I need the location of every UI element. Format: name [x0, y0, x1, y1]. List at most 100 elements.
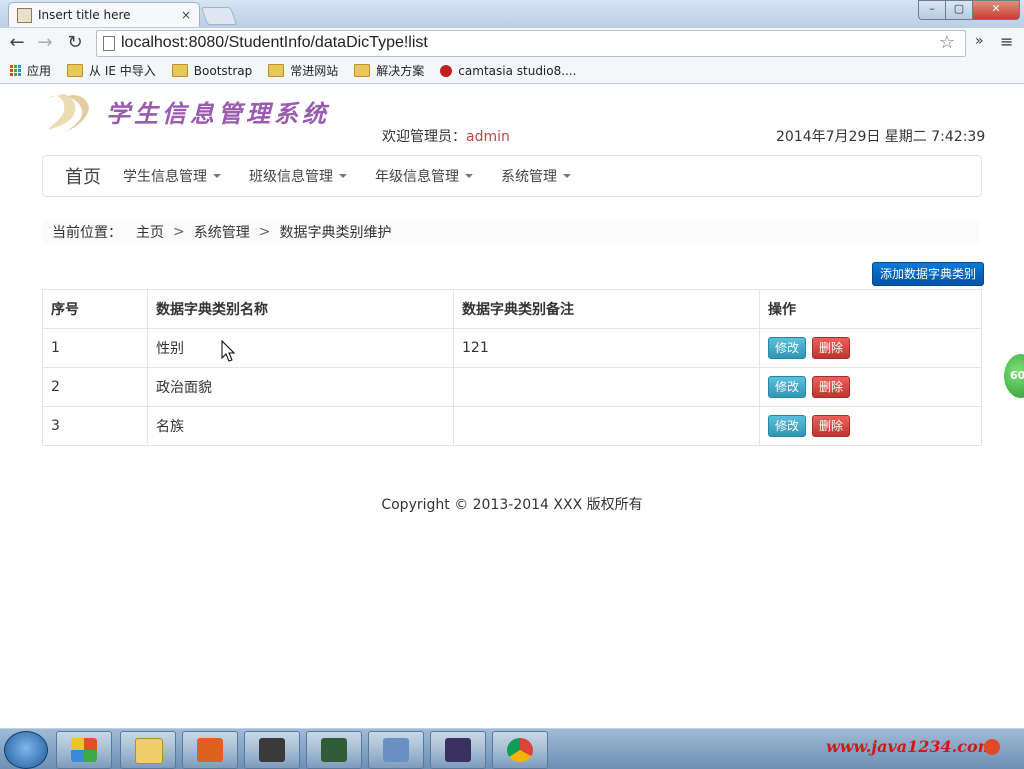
terminal-icon [259, 738, 285, 762]
start-button[interactable] [4, 731, 48, 769]
system-title: 学生信息管理系统 [106, 99, 330, 128]
bookmark-camtasia[interactable]: camtasia studio8.... [440, 63, 577, 78]
new-tab-button[interactable] [200, 7, 238, 25]
windows-taskbar: www.java1234.com [0, 728, 1024, 769]
add-dict-type-button[interactable]: 添加数据字典类别 [872, 262, 984, 286]
taskbar-app-4[interactable] [244, 731, 300, 769]
bookmark-bootstrap[interactable]: Bootstrap [171, 63, 253, 78]
nav-student-info[interactable]: 学生信息管理 [123, 166, 221, 186]
cell-actions: 修改 删除 [759, 406, 982, 446]
caret-down-icon [339, 174, 347, 178]
floating-badge[interactable]: 60 [1004, 354, 1024, 398]
forward-icon[interactable]: → [34, 32, 56, 54]
cell-name: 政治面貌 [147, 367, 454, 407]
edit-button[interactable]: 修改 [768, 415, 806, 437]
extensions-chevron-icon[interactable]: » [975, 33, 984, 49]
folder-icon [354, 64, 371, 77]
delete-button[interactable]: 删除 [812, 415, 850, 437]
close-window-button[interactable]: ✕ [972, 0, 1020, 20]
folder-icon [67, 64, 84, 77]
page-icon [103, 36, 115, 51]
cell-actions: 修改 删除 [759, 328, 982, 368]
bookmark-solutions[interactable]: 解决方案 [354, 62, 424, 79]
camtasia-icon [440, 64, 453, 77]
main-navbar: 首页 学生信息管理 班级信息管理 年级信息管理 系统管理 [42, 155, 982, 197]
folder-icon [268, 64, 285, 77]
nav-label: 学生信息管理 [123, 169, 207, 185]
breadcrumb-home[interactable]: 主页 [136, 222, 164, 242]
minimize-button[interactable]: – [918, 0, 946, 20]
bookmark-label: 解决方案 [376, 64, 425, 78]
nav-label: 班级信息管理 [249, 169, 333, 185]
address-bar[interactable]: localhost:8080/StudentInfo/dataDicType!l… [96, 30, 966, 57]
bookmarks-bar: 应用 从 IE 中导入 Bootstrap 常进网站 解决方案 camtasia… [0, 58, 1024, 84]
url-text: localhost:8080/StudentInfo/dataDicType!l… [121, 34, 428, 51]
dolphin-icon [383, 738, 409, 762]
cell-name: 名族 [147, 406, 454, 446]
table-row: 1 性别 121 修改 删除 [42, 328, 982, 368]
taskbar-powerpoint[interactable] [182, 731, 238, 769]
browser-tab[interactable]: Insert title here × [8, 2, 200, 27]
col-header-remark: 数据字典类别备注 [453, 289, 760, 329]
apps-icon [10, 65, 21, 76]
page-favicon-icon [17, 7, 32, 23]
bookmark-apps[interactable]: 应用 [10, 62, 51, 79]
watermark-text: www.java1234.com [826, 737, 995, 756]
col-header-actions: 操作 [759, 289, 982, 329]
taskbar-explorer[interactable] [120, 731, 176, 769]
breadcrumb-section[interactable]: 系统管理 [194, 222, 250, 242]
table-row: 2 政治面貌 修改 删除 [42, 367, 982, 407]
maximize-button[interactable]: ▢ [945, 0, 973, 20]
bookmark-ie-import[interactable]: 从 IE 中导入 [67, 62, 156, 79]
browser-toolbar: ← → ↻ localhost:8080/StudentInfo/dataDic… [0, 28, 1024, 58]
colorful-app-icon [71, 738, 97, 762]
bookmark-label: Bootstrap [193, 63, 253, 78]
folder-icon [171, 64, 188, 77]
edit-button[interactable]: 修改 [768, 376, 806, 398]
tab-title: Insert title here [38, 8, 131, 22]
tray-icon[interactable] [984, 739, 1000, 755]
bookmark-label: 从 IE 中导入 [89, 64, 156, 78]
back-icon[interactable]: ← [6, 32, 28, 54]
nav-label: 年级信息管理 [375, 169, 459, 185]
cell-no: 2 [42, 367, 148, 407]
bookmark-star-icon[interactable]: ☆ [939, 32, 955, 53]
table-header-row: 序号 数据字典类别名称 数据字典类别备注 操作 [42, 289, 982, 329]
taskbar-chrome[interactable] [492, 731, 548, 769]
chrome-menu-icon[interactable]: ≡ [1000, 32, 1013, 51]
bookmark-label: 应用 [27, 64, 52, 78]
table-row: 3 名族 修改 删除 [42, 406, 982, 446]
breadcrumb-separator: > [258, 224, 271, 240]
taskbar-app-6[interactable] [368, 731, 424, 769]
chrome-icon [507, 738, 533, 762]
presentation-icon [197, 738, 223, 762]
window-titlebar: Insert title here × – ▢ ✕ [0, 0, 1024, 28]
nav-grade-info[interactable]: 年级信息管理 [375, 166, 473, 186]
delete-button[interactable]: 删除 [812, 376, 850, 398]
taskbar-app-5[interactable] [306, 731, 362, 769]
cell-no: 1 [42, 328, 148, 368]
breadcrumb-separator: > [173, 224, 185, 240]
dict-type-table: 序号 数据字典类别名称 数据字典类别备注 操作 1 性别 121 修改 删除 2 … [42, 289, 982, 446]
nav-class-info[interactable]: 班级信息管理 [249, 166, 347, 186]
mouse-cursor-icon [221, 340, 235, 362]
taskbar-eclipse[interactable] [430, 731, 486, 769]
tab-close-icon[interactable]: × [181, 8, 191, 22]
current-datetime: 2014年7月29日 星期二 7:42:39 [776, 129, 986, 145]
breadcrumb-label: 当前位置： [52, 225, 122, 241]
delete-button[interactable]: 删除 [812, 337, 850, 359]
bookmark-label: camtasia studio8.... [458, 63, 577, 78]
nav-label: 系统管理 [501, 169, 557, 185]
taskbar-app-1[interactable] [56, 731, 112, 769]
caret-down-icon [563, 174, 571, 178]
reload-icon[interactable]: ↻ [64, 32, 86, 54]
col-header-no: 序号 [42, 289, 148, 329]
bookmark-sites[interactable]: 常进网站 [268, 62, 338, 79]
edit-button[interactable]: 修改 [768, 337, 806, 359]
nav-system[interactable]: 系统管理 [501, 166, 571, 186]
bookmark-label: 常进网站 [290, 64, 339, 78]
cell-remark [453, 367, 760, 407]
welcome-text: 欢迎管理员：admin [382, 126, 510, 146]
recorder-icon [321, 738, 347, 762]
nav-home[interactable]: 首页 [65, 163, 101, 189]
